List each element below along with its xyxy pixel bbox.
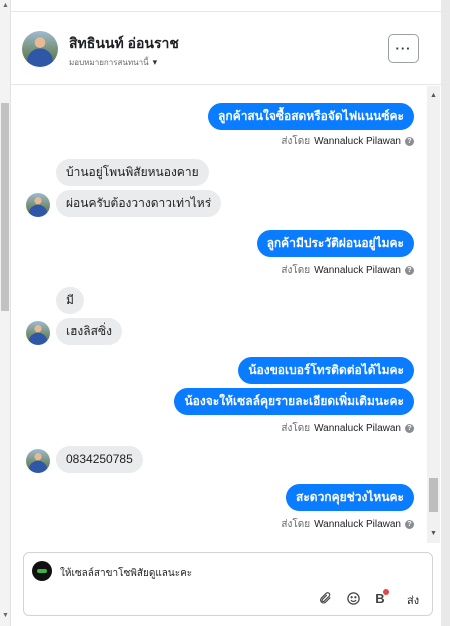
top-strip [11,0,441,12]
sent-by-agent: Wannaluck Pilawan [314,265,401,276]
more-options-button[interactable]: ··· [388,34,419,63]
incoming-message: มี [56,287,84,314]
sent-by-agent: Wannaluck Pilawan [314,423,401,434]
sent-by-prefix: ส่งโดย [281,423,311,434]
message-composer[interactable]: ให้เซลล์สาขาโซพิสัยดูแลนะคะ B ส่ง [23,552,433,616]
sent-by-label: ส่งโดย Wannaluck Pilawan ? [281,517,414,532]
sent-by-label: ส่งโดย Wannaluck Pilawan ? [281,263,414,278]
help-question-icon[interactable]: ? [405,424,414,433]
help-question-icon[interactable]: ? [405,137,414,146]
sent-by-prefix: ส่งโดย [281,519,311,530]
contact-avatar-small [26,449,50,473]
notification-dot [383,589,389,595]
sent-by-prefix: ส่งโดย [281,265,311,276]
contact-avatar-small [26,193,50,217]
scroll-down-arrow-icon[interactable]: ▼ [430,530,437,538]
message-thread: ลูกค้าสนใจซื้อสดหรือจัดไฟแนนซ์คะ ส่งโดย … [11,86,441,543]
outgoing-message: น้องขอเบอร์โทรติดต่อได้ไมคะ [238,357,414,384]
incoming-message: ผ่อนครับต้องวางดาวเท่าไหร่ [56,190,222,217]
conversation-header: สิทธินนท์ อ่อนราช มอบหมายการสนทนานี้ ▾ ·… [11,13,441,85]
outgoing-message: ลูกค้าสนใจซื้อสดหรือจัดไฟแนนซ์คะ [208,103,414,130]
outgoing-message: สะดวกคุยช่วงไหนคะ [286,484,414,511]
sent-by-prefix: ส่งโดย [281,136,311,147]
help-question-icon[interactable]: ? [405,266,414,275]
bold-b-icon[interactable]: B [371,589,389,607]
chat-panel: สิทธินนท์ อ่อนราช มอบหมายการสนทนานี้ ▾ ·… [11,0,441,626]
send-button[interactable]: ส่ง [407,591,419,609]
incoming-message: เฮงลิสซิ่ง [56,318,122,345]
scroll-up-arrow-icon[interactable]: ▲ [2,2,9,10]
scroll-up-arrow-icon[interactable]: ▲ [430,92,437,100]
scrollbar-thumb[interactable] [429,478,438,512]
left-scrollbar[interactable]: ▲ ▼ [0,0,11,626]
chat-scrollbar[interactable]: ▲ ▼ [427,86,440,543]
sent-by-agent: Wannaluck Pilawan [314,519,401,530]
incoming-message: 0834250785 [56,446,143,473]
scrollbar-thumb[interactable] [1,103,9,311]
contact-name[interactable]: สิทธินนท์ อ่อนราช [69,33,179,55]
sent-by-label: ส่งโดย Wannaluck Pilawan ? [281,134,414,149]
message-input[interactable]: ให้เซลล์สาขาโซพิสัยดูแลนะคะ [60,566,192,581]
emoji-icon[interactable] [344,589,362,607]
scroll-down-arrow-icon[interactable]: ▼ [2,612,9,620]
outgoing-message: น้องจะให้เซลล์คุยรายละเอียดเพิ่มเติมนะคะ [174,388,414,415]
contact-avatar[interactable] [22,31,58,67]
help-question-icon[interactable]: ? [405,520,414,529]
right-edge-bar [441,0,450,626]
assign-conversation-dropdown[interactable]: มอบหมายการสนทนานี้ ▾ [69,56,157,69]
sender-page-icon [32,561,52,581]
contact-avatar-small [26,321,50,345]
caret-down-icon: ▾ [152,57,158,67]
sent-by-agent: Wannaluck Pilawan [314,136,401,147]
assign-label: มอบหมายการสนทนานี้ [69,58,149,67]
incoming-message: บ้านอยู่โพนพิสัยหนองคาย [56,159,209,186]
outgoing-message: ลูกค้ามีประวัติผ่อนอยู่ไมคะ [256,230,414,257]
attachment-icon[interactable] [316,589,334,607]
sent-by-label: ส่งโดย Wannaluck Pilawan ? [281,421,414,436]
